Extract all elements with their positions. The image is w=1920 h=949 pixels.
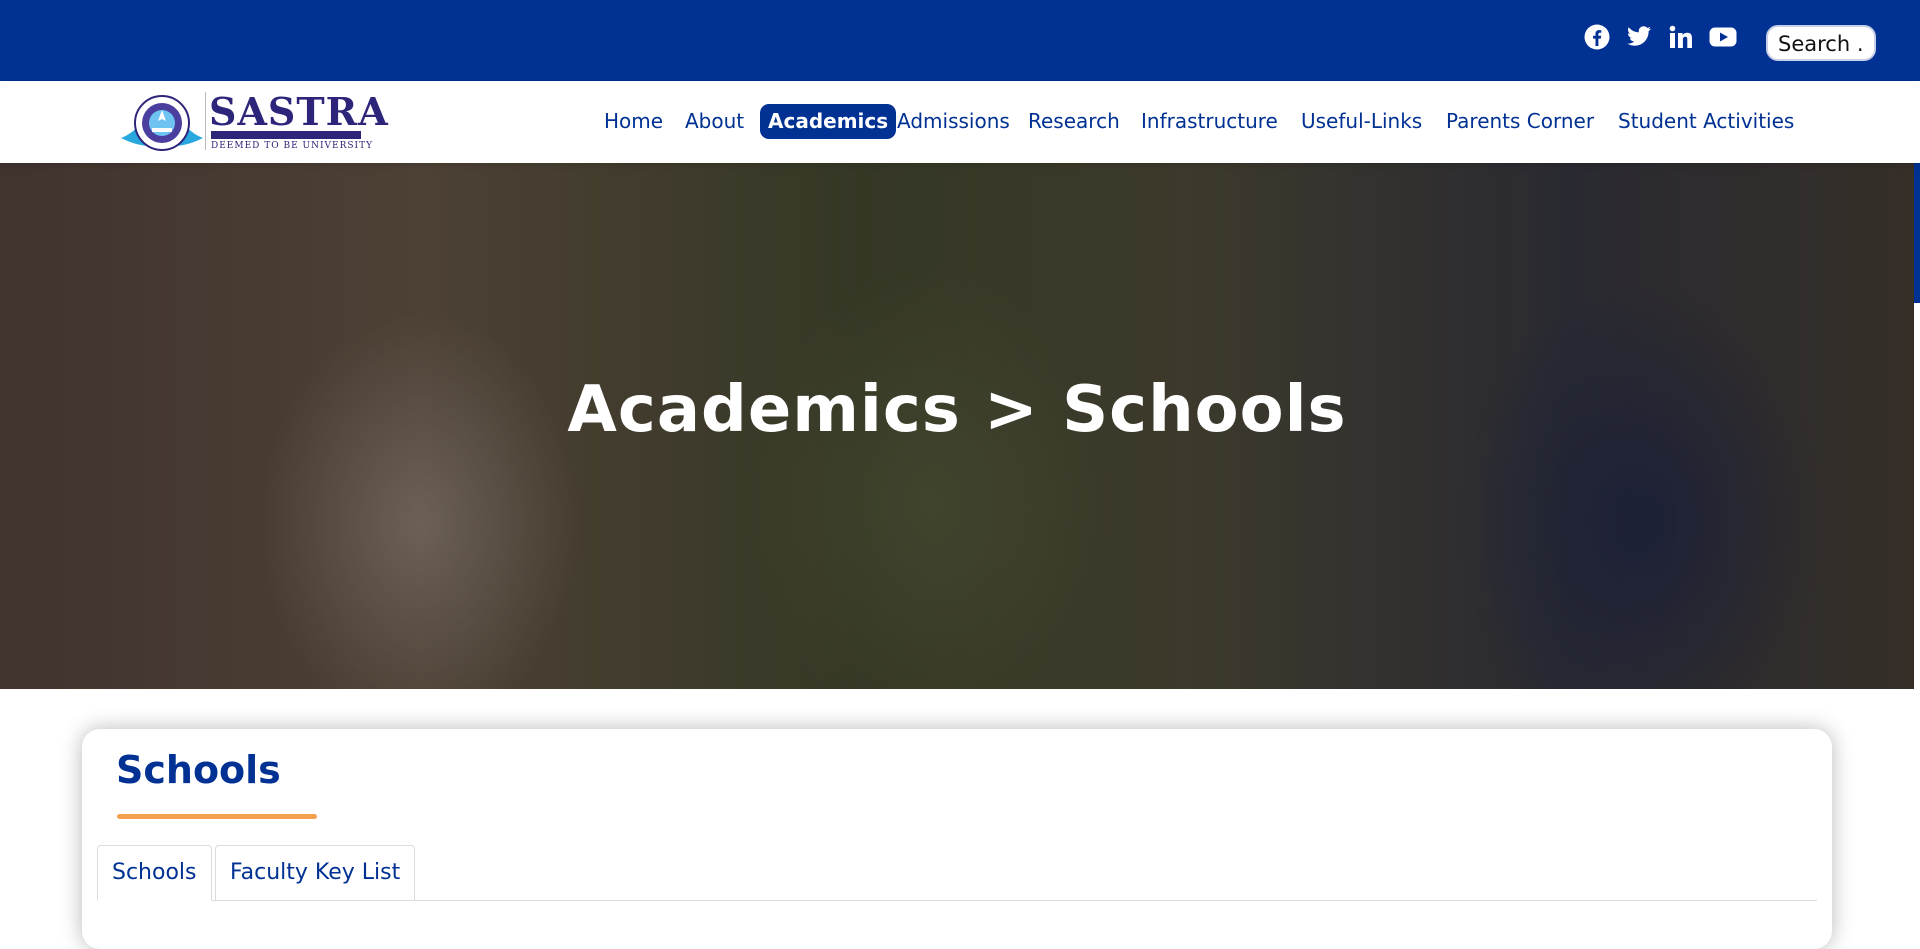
nav-home[interactable]: Home [596, 104, 671, 139]
twitter-icon[interactable] [1624, 24, 1654, 50]
facebook-icon[interactable] [1582, 24, 1612, 50]
tab-schools[interactable]: Schools [97, 845, 212, 901]
linkedin-icon[interactable] [1666, 24, 1696, 50]
title-underline [117, 814, 317, 819]
tab-faculty-key-list[interactable]: Faculty Key List [215, 845, 416, 901]
nav-research[interactable]: Research [1020, 104, 1128, 139]
search-input[interactable]: Search . [1766, 25, 1876, 61]
nav-admissions[interactable]: Admissions [889, 104, 1018, 139]
page-title: Academics > Schools [567, 373, 1347, 447]
nav-about[interactable]: About [677, 104, 752, 139]
tab-bar: Schools Faculty Key List [97, 845, 1817, 905]
content-card: Schools Schools Faculty Key List [82, 729, 1832, 949]
nav-useful-links[interactable]: Useful-Links [1293, 104, 1430, 139]
scroll-indicator [1914, 163, 1920, 303]
main-header: SASTRA DEEMED TO BE UNIVERSITY Home Abou… [0, 81, 1920, 163]
hero-banner: Academics > Schools [0, 163, 1914, 689]
nav-infrastructure[interactable]: Infrastructure [1133, 104, 1286, 139]
nav-academics[interactable]: Academics [760, 104, 897, 139]
main-nav: Home About Academics Admissions Research… [0, 81, 1920, 163]
section-title: Schools [116, 748, 281, 792]
nav-parents-corner[interactable]: Parents Corner [1438, 104, 1602, 139]
youtube-icon[interactable] [1708, 24, 1738, 50]
nav-student-activities[interactable]: Student Activities [1610, 104, 1802, 139]
top-bar: Search . [0, 0, 1920, 81]
